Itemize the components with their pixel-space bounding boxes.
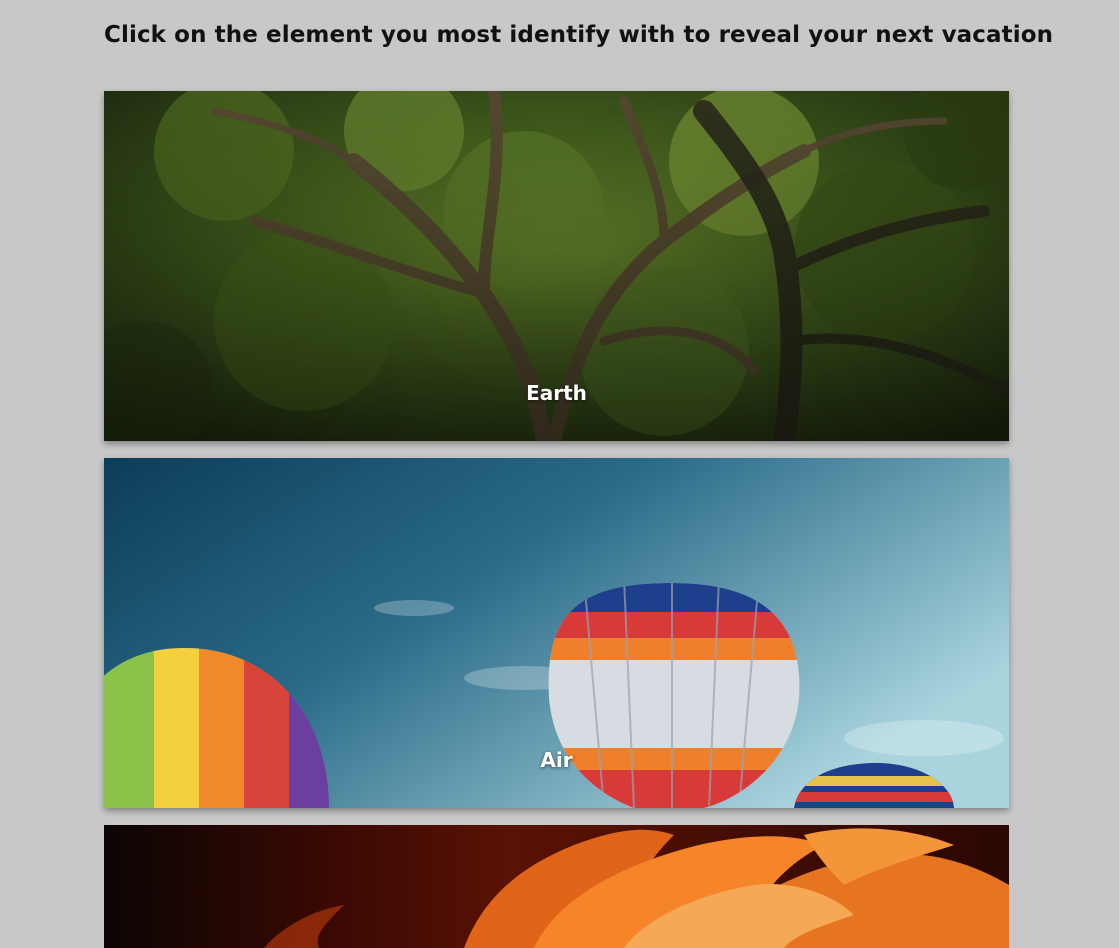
element-card-air[interactable]: Air (104, 458, 1009, 808)
page-heading: Click on the element you most identify w… (104, 22, 1054, 48)
element-card-earth[interactable]: Earth (104, 91, 1009, 441)
card-label-earth: Earth (526, 381, 587, 405)
card-label-air: Air (540, 748, 573, 772)
page: Click on the element you most identify w… (0, 0, 1119, 948)
element-card-fire[interactable] (104, 825, 1009, 948)
fire-flames-image (104, 825, 1009, 948)
